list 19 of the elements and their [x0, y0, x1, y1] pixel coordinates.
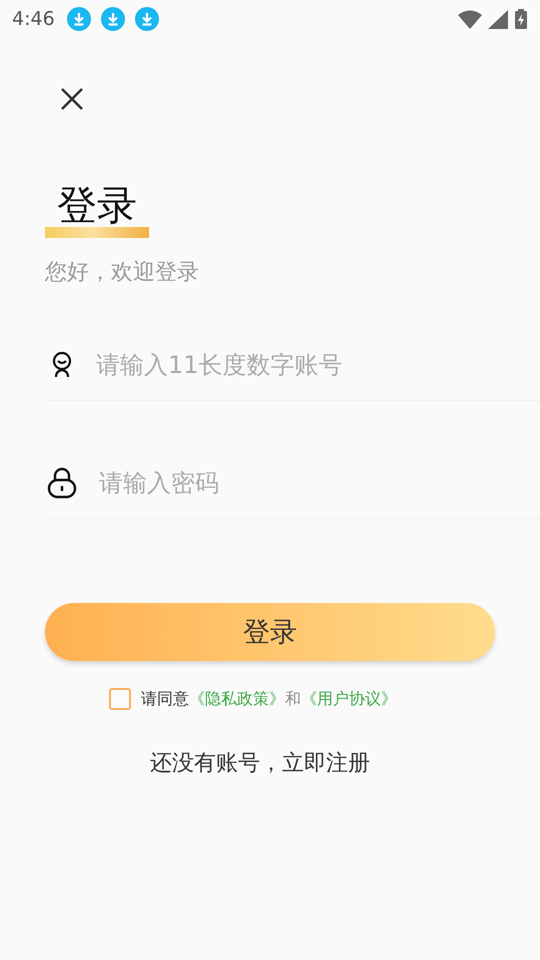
agreement-checkbox[interactable] [109, 688, 131, 710]
agreement-text: 请同意 [141, 688, 189, 710]
login-button[interactable]: 登录 [45, 603, 495, 661]
agreement-text: 和 [285, 688, 301, 710]
close-button[interactable] [59, 86, 85, 112]
welcome-subtitle: 您好，欢迎登录 [45, 259, 200, 287]
person-icon [50, 351, 74, 379]
page-title: 登录 [57, 183, 137, 229]
battery-icon [514, 9, 528, 29]
lock-icon [47, 467, 77, 499]
register-link[interactable]: 还没有账号，立即注册 [150, 748, 540, 778]
signal-icon [488, 10, 508, 28]
download-icon [100, 7, 125, 31]
wifi-icon [458, 10, 482, 28]
download-icon [134, 7, 159, 31]
status-time: 4:46 [12, 8, 55, 30]
download-icon [66, 7, 91, 31]
account-field[interactable]: 请输入11长度数字账号 [96, 345, 540, 385]
password-field[interactable]: 请输入密码 [99, 463, 540, 503]
